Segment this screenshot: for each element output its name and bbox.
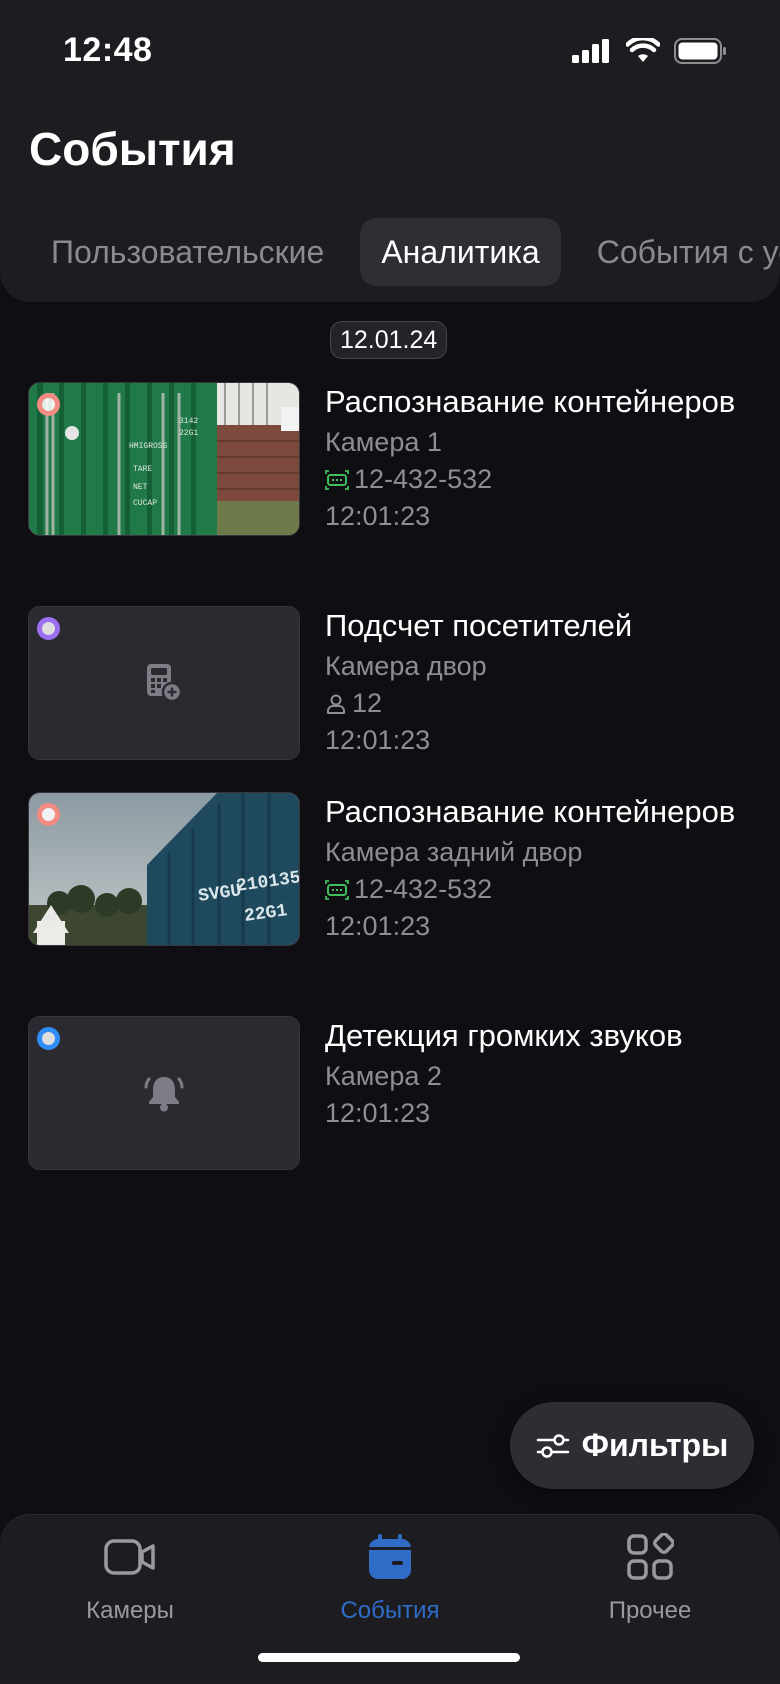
status-icons (572, 38, 728, 64)
event-info: Подсчет посетителей Камера двор 12 12:01… (325, 606, 745, 759)
event-thumbnail: HMIGROSS TARE NET CUCAP 3142 22G1 (28, 382, 300, 536)
status-dot (37, 1027, 60, 1050)
calendar-icon (369, 1534, 411, 1579)
svg-text:22G1: 22G1 (179, 429, 198, 438)
plate-number: 12-432-532 (354, 874, 493, 904)
status-time: 12:48 (63, 31, 153, 69)
status-bar: 12:48 (0, 0, 780, 100)
header: 12:48 События Пользовательские Аналитика (0, 0, 780, 302)
sliders-icon (536, 1433, 569, 1458)
svg-text:3142: 3142 (179, 417, 198, 426)
event-time: 12:01:23 (325, 911, 431, 941)
nav-cameras-label: Камеры (86, 1597, 174, 1624)
bell-icon (144, 1077, 184, 1112)
signal-icon (572, 39, 609, 63)
nav-other-label: Прочее (608, 1597, 692, 1624)
event-title: Распознавание контейнеров (325, 384, 736, 419)
container-blue-photo: SVGU 210135 22G1 (29, 793, 299, 945)
status-dot (37, 617, 60, 640)
event-meta: 12-432-532 (325, 871, 745, 908)
status-dot (37, 803, 60, 826)
event-info: Распознавание контейнеров Камера задний … (325, 792, 745, 945)
event-meta: 12-432-532 (325, 461, 745, 498)
event-camera: Камера задний двор (325, 837, 583, 867)
visitor-count: 12 (352, 688, 383, 718)
event-item[interactable]: HMIGROSS TARE NET CUCAP 3142 22G1 Распознав… (28, 382, 768, 542)
battery-icon (674, 38, 726, 64)
event-meta: 12 (325, 685, 745, 722)
event-thumbnail (28, 606, 300, 760)
tab-bar: Пользовательские Аналитика События с уст… (30, 218, 780, 286)
tab-analytics[interactable]: Аналитика (360, 218, 561, 286)
filters-button[interactable]: Фильтры (510, 1402, 754, 1489)
event-info: Распознавание контейнеров Камера 1 12-43… (325, 382, 745, 535)
tab-custom[interactable]: Пользовательские (30, 218, 345, 286)
filters-label: Фильтры (581, 1427, 729, 1463)
svg-text:HMIGROSS: HMIGROSS (129, 442, 168, 451)
event-item[interactable]: Подсчет посетителей Камера двор 12 12:01… (28, 606, 768, 766)
date-chip: 12.01.24 (330, 321, 448, 359)
event-info: Детекция громких звуков Камера 2 12:01:2… (325, 1016, 745, 1132)
nav-events[interactable]: События (300, 1531, 480, 1625)
apps-grid-icon (627, 1533, 674, 1580)
event-time: 12:01:23 (325, 725, 431, 755)
person-icon (327, 694, 345, 714)
svg-text:TARE: TARE (133, 465, 152, 474)
event-title: Подсчет посетителей (325, 608, 633, 643)
nav-cameras[interactable]: Камеры (40, 1531, 220, 1625)
svg-text:NET: NET (133, 483, 148, 492)
nav-events-label: События (340, 1597, 440, 1624)
nav-other[interactable]: Прочее (560, 1531, 740, 1625)
status-dot (37, 393, 60, 416)
license-plate-icon (325, 879, 349, 900)
event-item[interactable]: SVGU 210135 22G1 Распознавание контейнер… (28, 792, 768, 952)
svg-text:CUCAP: CUCAP (133, 499, 157, 508)
wifi-icon (626, 38, 660, 62)
tab-device-events[interactable]: События с устройств (576, 218, 780, 286)
event-thumbnail (28, 1016, 300, 1170)
home-indicator (258, 1653, 520, 1662)
event-time: 12:01:23 (325, 1098, 431, 1128)
event-item[interactable]: Детекция громких звуков Камера 2 12:01:2… (28, 1016, 768, 1176)
event-camera: Камера 1 (325, 427, 442, 457)
license-plate-icon (325, 469, 349, 490)
event-camera: Камера 2 (325, 1061, 442, 1091)
event-title: Распознавание контейнеров (325, 794, 736, 829)
event-title: Детекция громких звуков (325, 1018, 683, 1053)
container-green-photo: HMIGROSS TARE NET CUCAP 3142 22G1 (29, 383, 299, 535)
calculator-icon (147, 664, 183, 703)
event-thumbnail: SVGU 210135 22G1 (28, 792, 300, 946)
page-title: События (29, 123, 236, 175)
event-camera: Камера двор (325, 651, 487, 681)
plate-number: 12-432-532 (354, 464, 493, 494)
video-camera-icon (104, 1539, 155, 1575)
event-time: 12:01:23 (325, 501, 431, 531)
